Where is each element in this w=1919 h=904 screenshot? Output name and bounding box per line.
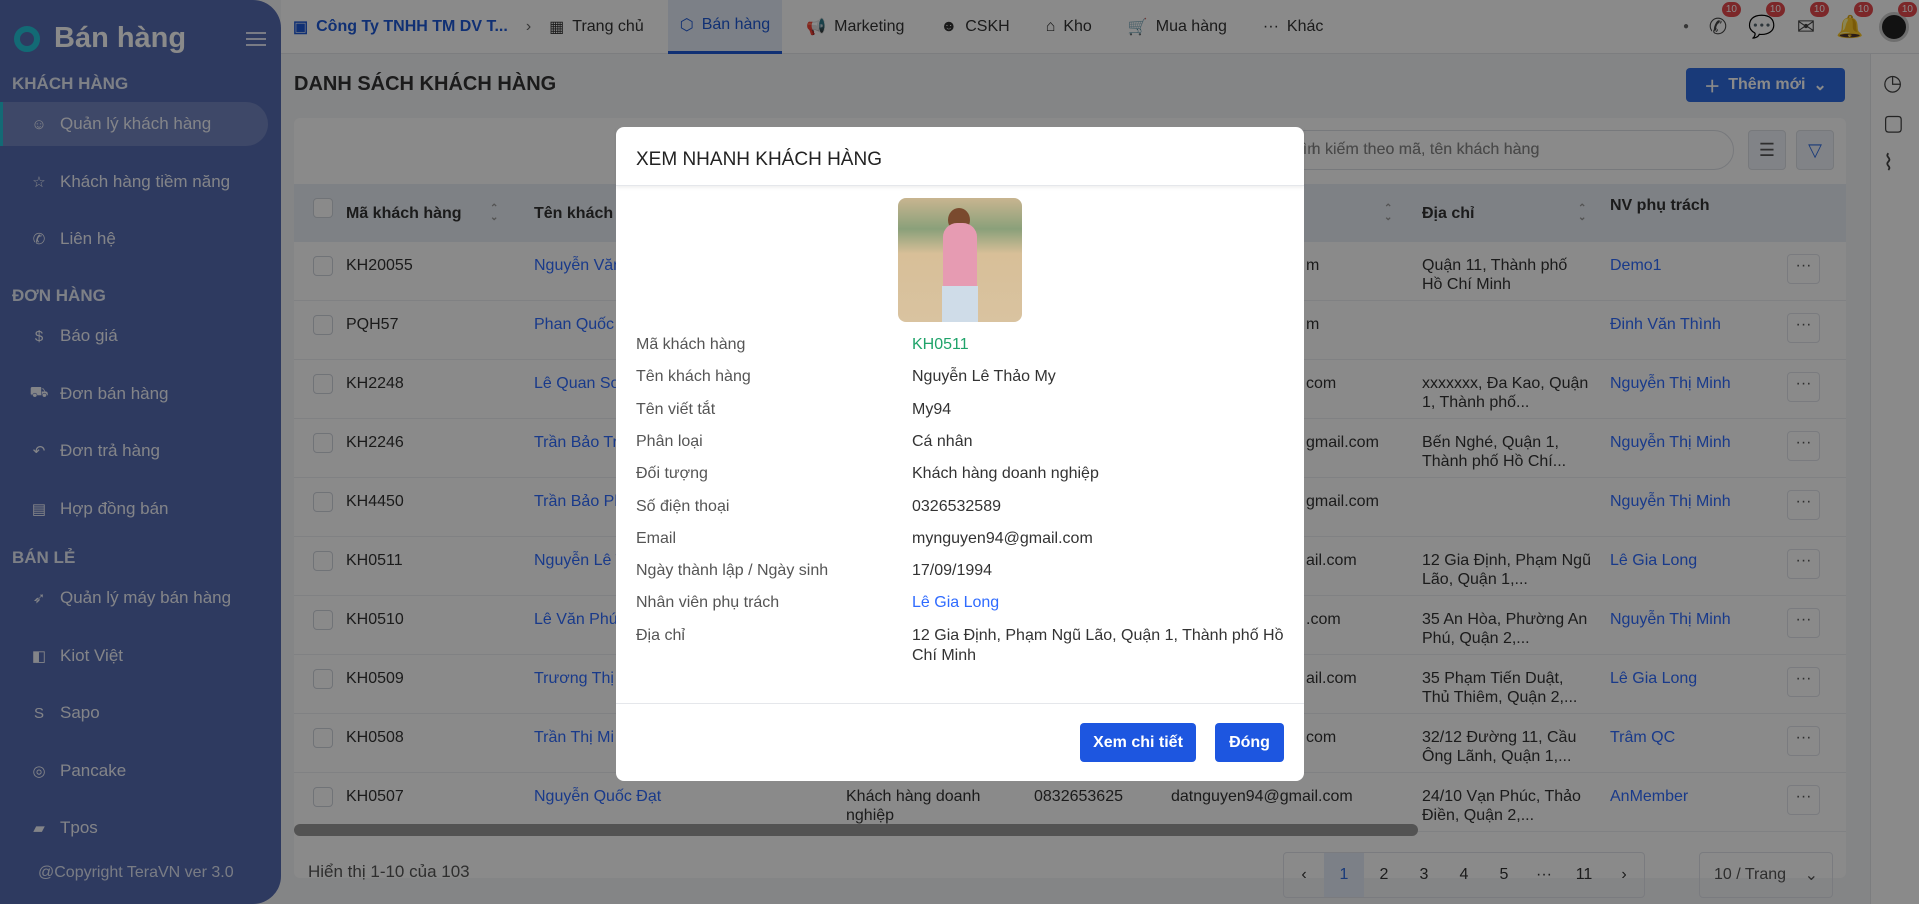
field-label: Email [636,529,677,547]
view-detail-button[interactable]: Xem chi tiết [1080,723,1196,762]
field-value: mynguyen94@gmail.com [912,529,1093,547]
field-row: Tên viết tắt My94 [636,400,1296,420]
field-value: Khách hàng doanh nghiệp [912,465,1099,483]
field-label: Mã khách hàng [636,336,746,353]
field-row: Nhân viên phụ trách Lê Gia Long [636,593,1296,613]
customer-photo [898,198,1022,322]
field-label: Tên viết tắt [636,400,716,418]
field-value: KH0511 [912,336,969,353]
field-label: Số điện thoại [636,497,730,515]
field-row: Địa chỉ 12 Gia Định, Phạm Ngũ Lão, Quận 1… [636,626,1296,666]
field-label: Nhân viên phụ trách [636,594,780,612]
field-value: Cá nhân [912,432,973,450]
field-value: 17/09/1994 [912,562,993,580]
field-row: Email mynguyen94@gmail.com [636,529,1296,549]
field-label: Phân loại [636,432,703,450]
field-value[interactable]: Lê Gia Long [912,593,1296,613]
field-row: Tên khách hàng Nguyễn Lê Thảo My [636,367,1296,387]
field-value: 12 Gia Định, Phạm Ngũ Lão, Quận 1, Thành… [912,626,1284,664]
field-label: Tên khách hàng [636,368,751,386]
close-button[interactable]: Đóng [1215,723,1284,762]
field-value: My94 [912,400,952,418]
field-label: Đối tượng [636,465,708,483]
field-label: Ngày thành lập / Ngày sinh [636,562,829,580]
quick-view-modal: XEM NHANH KHÁCH HÀNG Mã khách hàng KH0511… [616,127,1304,781]
modal-footer-divider [616,703,1304,704]
field-row: Phân loại Cá nhân [636,432,1296,452]
modal-title: XEM NHANH KHÁCH HÀNG [616,127,1304,186]
field-row: Ngày thành lập / Ngày sinh 17/09/1994 [636,561,1296,581]
field-value: Nguyễn Lê Thảo My [912,368,1056,386]
field-row: Đối tượng Khách hàng doanh nghiệp [636,464,1296,484]
field-value: 0326532589 [912,497,1001,515]
field-row: Mã khách hàng KH0511 [636,335,1296,355]
field-row: Số điện thoại 0326532589 [636,497,1296,517]
field-label: Địa chỉ [636,626,685,644]
